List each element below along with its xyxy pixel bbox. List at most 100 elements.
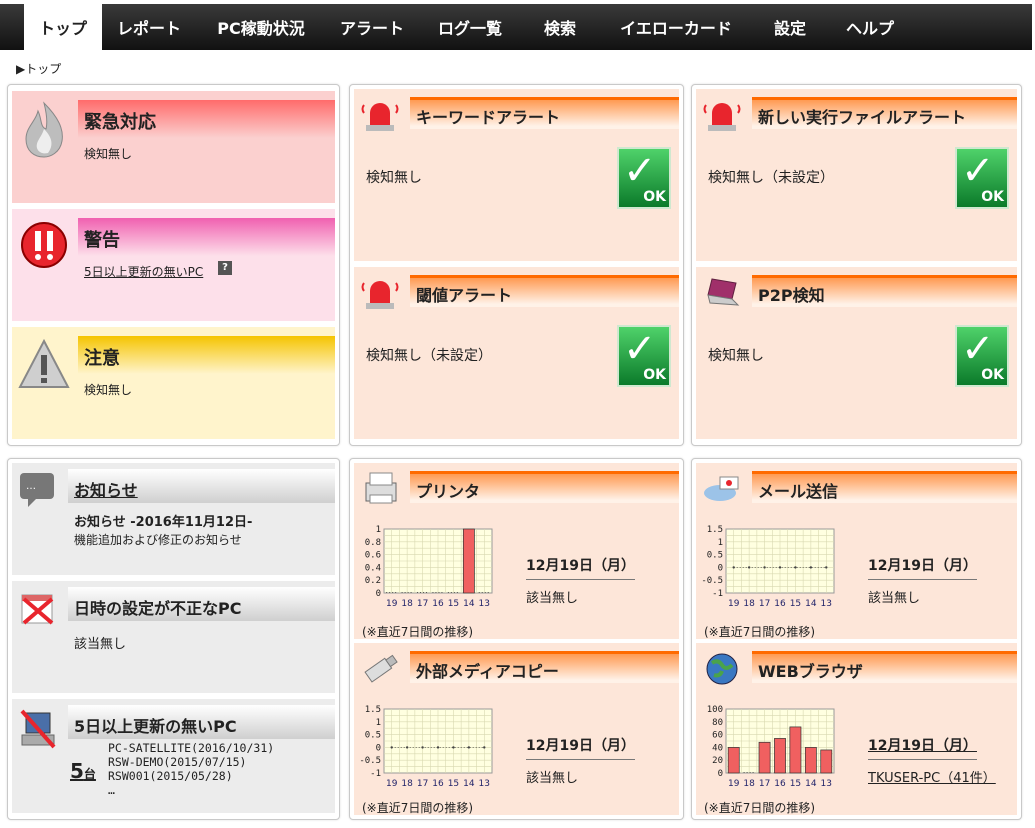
usb-icon xyxy=(360,649,400,687)
data-point xyxy=(436,746,440,749)
siren-icon xyxy=(360,273,400,311)
mail-chart: 1.5 1 0.5 0 -0.5 -1 19 18 17 16 15 14 13 xyxy=(701,525,835,609)
printer-icon xyxy=(360,469,400,507)
siren-icon xyxy=(360,95,400,133)
new-exe-alert-title: 新しい実行ファイルアラート xyxy=(752,97,1017,129)
caution-section: 注意 検知無し xyxy=(12,327,335,439)
p2p-alert-box: P2P検知 検知無し ✓ OK xyxy=(696,267,1017,439)
tab-pc-status[interactable]: PC稼動状況 xyxy=(196,4,326,50)
x-tick-label: 19 xyxy=(386,599,398,609)
ok-badge-icon: ✓ OK xyxy=(955,147,1009,209)
y-tick-label: 60 xyxy=(712,731,723,741)
help-icon[interactable]: ? xyxy=(218,261,232,275)
x-tick-label: 17 xyxy=(759,599,770,609)
tab-help[interactable]: ヘルプ xyxy=(826,4,914,50)
tab-search[interactable]: 検索 xyxy=(522,4,598,50)
stale-pc-title: 5日以上更新の無いPC xyxy=(68,705,335,739)
data-point xyxy=(794,566,797,569)
y-tick-label: 0.4 xyxy=(365,563,381,573)
stale-pc-count[interactable]: 5台 xyxy=(70,759,96,783)
bar xyxy=(758,741,771,774)
tab-alert[interactable]: アラート xyxy=(326,4,418,50)
data-point xyxy=(732,566,735,569)
y-tick-label: 40 xyxy=(712,743,723,753)
y-tick-label: 20 xyxy=(712,756,723,766)
warning-section: 警告 5日以上更新の無いPC ? xyxy=(12,209,335,321)
web-date-link[interactable]: 12月19日（月） xyxy=(868,735,977,760)
keyword-alert-title: キーワードアラート xyxy=(410,97,679,129)
y-tick-label: 0 xyxy=(376,589,381,599)
data-point xyxy=(390,746,393,749)
y-tick-label: 0 xyxy=(718,769,723,779)
alert-panel-1: キーワードアラート 検知無し ✓ OK 閾値アラート 検知無し（未設定） ✓ OK xyxy=(349,84,684,446)
x-tick-label: 13 xyxy=(821,599,832,609)
ok-badge-icon: ✓ OK xyxy=(617,147,671,209)
data-point xyxy=(467,746,471,749)
bar xyxy=(727,747,740,774)
mail-note: (※直近7日間の推移) xyxy=(704,625,816,639)
x-tick-label: 14 xyxy=(805,599,817,609)
x-tick-label: 17 xyxy=(759,779,770,789)
globe-icon xyxy=(702,649,742,687)
news-section: … お知らせ お知らせ -2016年11月12日- 機能追加および修正のお知らせ xyxy=(12,463,335,575)
bar xyxy=(804,747,817,774)
printer-result: 該当無し xyxy=(526,591,579,606)
x-tick-label: 17 xyxy=(417,779,428,789)
stale-pc-link[interactable]: 5日以上更新の無いPC xyxy=(84,263,203,280)
tab-settings[interactable]: 設定 xyxy=(754,4,826,50)
media-title: 外部メディアコピー xyxy=(410,651,679,683)
printer-chart: 1 0.8 0.6 0.4 0.2 0 19 18 17 16 15 14 13 xyxy=(365,525,493,609)
y-tick-label: 0.5 xyxy=(707,551,723,561)
x-tick-label: 13 xyxy=(479,779,490,789)
caution-text: 検知無し xyxy=(84,383,133,397)
data-point xyxy=(809,566,813,569)
media-chart: 1.5 1 0.5 0 -0.5 -1 19 18 17 16 15 14 13 xyxy=(359,705,493,789)
mail-icon xyxy=(702,469,742,507)
x-tick-label: 16 xyxy=(774,599,786,609)
printer-date: 12月19日（月） xyxy=(526,555,635,580)
mail-result: 該当無し xyxy=(868,591,921,606)
svg-text:…: … xyxy=(26,481,36,492)
x-tick-label: 19 xyxy=(386,779,398,789)
tab-log-list[interactable]: ログ一覧 xyxy=(418,4,522,50)
news-headline: お知らせ -2016年11月12日- xyxy=(74,515,253,530)
tab-report[interactable]: レポート xyxy=(102,4,196,50)
graph-panel-2: メール送信 1.5 1 0.5 0 -0.5 -1 19 18 17 16 15 14 13 12月19… xyxy=(691,458,1022,820)
y-tick-label: -1 xyxy=(712,589,723,599)
list-more: … xyxy=(108,783,115,797)
tab-top[interactable]: トップ xyxy=(24,4,102,50)
warning-title: 警告 xyxy=(78,218,335,256)
printer-title: プリンタ xyxy=(410,471,679,503)
list-item: RSW-DEMO(2015/07/15) xyxy=(108,755,247,769)
y-tick-label: -0.5 xyxy=(701,576,723,586)
p2p-alert-text: 検知無し xyxy=(708,348,764,364)
data-point xyxy=(763,566,766,569)
x-tick-label: 17 xyxy=(417,599,428,609)
x-tick-label: 16 xyxy=(432,779,444,789)
y-tick-label: 0 xyxy=(718,563,723,573)
emergency-text: 検知無し xyxy=(84,147,133,161)
x-tick-label: 18 xyxy=(743,599,755,609)
news-body: 機能追加および修正のお知らせ xyxy=(74,533,242,547)
list-item: RSW001(2015/05/28) xyxy=(108,769,233,783)
main-nav: トップ レポート PC稼動状況 アラート ログ一覧 検索 イエローカード 設定 … xyxy=(0,4,1032,50)
emergency-section: 緊急対応 検知無し xyxy=(12,91,335,203)
p2p-alert-title: P2P検知 xyxy=(752,275,1017,307)
x-tick-label: 14 xyxy=(463,779,475,789)
y-tick-label: 0 xyxy=(376,743,381,753)
new-exe-alert-text: 検知無し（未設定） xyxy=(708,170,834,186)
y-tick-label: 100 xyxy=(707,705,723,715)
x-tick-label: 18 xyxy=(401,779,413,789)
data-point xyxy=(421,746,424,749)
list-item: PC-SATELLITE(2016/10/31) xyxy=(108,741,275,755)
fire-icon xyxy=(18,99,70,159)
mail-title: メール送信 xyxy=(752,471,1017,503)
bar xyxy=(462,528,475,594)
web-result-link[interactable]: TKUSER-PC（41件） xyxy=(868,767,996,786)
data-point xyxy=(405,746,409,749)
tab-yellow-card[interactable]: イエローカード xyxy=(598,4,754,50)
y-tick-label: 1.5 xyxy=(707,525,723,535)
x-tick-label: 19 xyxy=(728,779,740,789)
news-title-link[interactable]: お知らせ xyxy=(68,469,335,503)
bar xyxy=(774,738,786,774)
